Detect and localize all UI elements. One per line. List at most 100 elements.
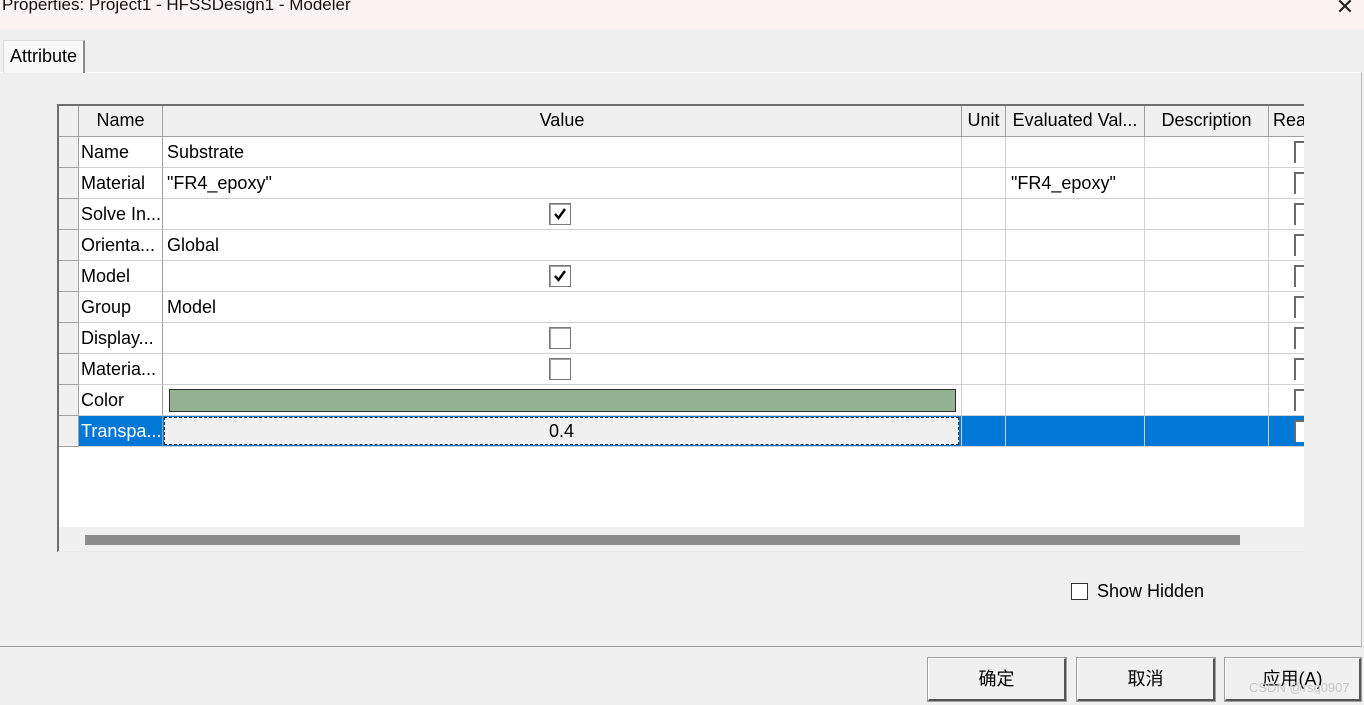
close-icon[interactable]: ✕ bbox=[1330, 0, 1360, 22]
evaluated-value-cell bbox=[1006, 292, 1145, 323]
model-checkbox[interactable] bbox=[549, 265, 571, 287]
read-only-checkbox[interactable] bbox=[1294, 234, 1304, 256]
unit-cell bbox=[962, 354, 1006, 385]
evaluated-value-cell bbox=[1006, 323, 1145, 354]
unit-cell bbox=[962, 137, 1006, 168]
evaluated-value-cell bbox=[1006, 354, 1145, 385]
description-cell[interactable] bbox=[1145, 292, 1269, 323]
property-name-cell[interactable]: Solve In... bbox=[79, 199, 163, 230]
row-header[interactable] bbox=[59, 354, 79, 385]
evaluated-value-cell bbox=[1006, 137, 1145, 168]
read-only-checkbox[interactable] bbox=[1294, 172, 1304, 194]
property-name-cell[interactable]: Materia... bbox=[79, 354, 163, 385]
ok-button[interactable]: 确定 bbox=[927, 657, 1067, 702]
column-header-value[interactable]: Value bbox=[163, 106, 962, 137]
property-name-cell[interactable]: Display... bbox=[79, 323, 163, 354]
description-cell[interactable] bbox=[1145, 168, 1269, 199]
row-header[interactable] bbox=[59, 416, 79, 447]
unit-cell bbox=[962, 199, 1006, 230]
window-title: Properties: Project1 - HFSSDesign1 - Mod… bbox=[2, 0, 351, 14]
watermark: CSDN @rsq0907 bbox=[1249, 680, 1350, 695]
property-value-cell bbox=[163, 261, 962, 292]
properties-dialog: Attribute Name Value Unit Evaluated Val.… bbox=[0, 30, 1364, 705]
property-name-cell[interactable]: Group bbox=[79, 292, 163, 323]
column-header-unit[interactable]: Unit bbox=[962, 106, 1006, 137]
evaluated-value-cell bbox=[1006, 230, 1145, 261]
evaluated-value-cell bbox=[1006, 261, 1145, 292]
show-hidden-checkbox[interactable] bbox=[1071, 583, 1088, 600]
description-cell[interactable] bbox=[1145, 199, 1269, 230]
evaluated-value-cell bbox=[1006, 385, 1145, 416]
property-value-cell bbox=[163, 354, 962, 385]
read-only-checkbox[interactable] bbox=[1294, 327, 1304, 349]
description-cell[interactable] bbox=[1145, 323, 1269, 354]
description-cell[interactable] bbox=[1145, 137, 1269, 168]
property-name-cell[interactable]: Name bbox=[79, 137, 163, 168]
column-header-evaluated-value[interactable]: Evaluated Val... bbox=[1006, 106, 1145, 137]
evaluated-value-cell: "FR4_epoxy" bbox=[1006, 168, 1145, 199]
row-header[interactable] bbox=[59, 385, 79, 416]
read-only-cell bbox=[1269, 416, 1304, 447]
unit-cell bbox=[962, 323, 1006, 354]
read-only-cell bbox=[1269, 137, 1304, 168]
read-only-checkbox[interactable] bbox=[1294, 358, 1304, 380]
material-appearance-checkbox[interactable] bbox=[549, 358, 571, 380]
checkmark-icon bbox=[554, 208, 566, 220]
column-header-read-only[interactable]: Rea bbox=[1269, 106, 1304, 137]
tab-attribute[interactable]: Attribute bbox=[3, 40, 86, 73]
read-only-cell bbox=[1269, 261, 1304, 292]
row-header[interactable] bbox=[59, 199, 79, 230]
property-name-cell[interactable]: Orienta... bbox=[79, 230, 163, 261]
row-header[interactable] bbox=[59, 168, 79, 199]
read-only-checkbox[interactable] bbox=[1294, 296, 1304, 318]
solve-inside-checkbox[interactable] bbox=[549, 203, 571, 225]
read-only-cell bbox=[1269, 354, 1304, 385]
read-only-cell bbox=[1269, 385, 1304, 416]
property-value-cell[interactable]: "FR4_epoxy" bbox=[163, 168, 962, 199]
read-only-checkbox[interactable] bbox=[1294, 203, 1304, 225]
row-header[interactable] bbox=[59, 292, 79, 323]
unit-cell bbox=[962, 292, 1006, 323]
row-header[interactable] bbox=[59, 230, 79, 261]
unit-cell bbox=[962, 416, 1006, 447]
property-name-cell[interactable]: Color bbox=[79, 385, 163, 416]
column-header-name[interactable]: Name bbox=[79, 106, 163, 137]
row-header[interactable] bbox=[59, 261, 79, 292]
color-swatch[interactable] bbox=[169, 389, 956, 412]
display-wireframe-checkbox[interactable] bbox=[549, 327, 571, 349]
column-header-description[interactable]: Description bbox=[1145, 106, 1269, 137]
read-only-checkbox[interactable] bbox=[1294, 141, 1304, 163]
read-only-cell bbox=[1269, 323, 1304, 354]
property-value-cell[interactable]: Global bbox=[163, 230, 962, 261]
horizontal-scrollbar[interactable] bbox=[59, 527, 1304, 551]
cancel-button[interactable]: 取消 bbox=[1076, 657, 1216, 702]
title-bar: Properties: Project1 - HFSSDesign1 - Mod… bbox=[0, 0, 1364, 30]
property-value-cell[interactable]: Substrate bbox=[163, 137, 962, 168]
row-header[interactable] bbox=[59, 323, 79, 354]
read-only-cell bbox=[1269, 292, 1304, 323]
property-name-cell[interactable]: Model bbox=[79, 261, 163, 292]
property-name-cell[interactable]: Material bbox=[79, 168, 163, 199]
scrollbar-thumb[interactable] bbox=[85, 535, 1240, 545]
description-cell[interactable] bbox=[1145, 354, 1269, 385]
transparency-input[interactable]: 0.4 bbox=[164, 417, 959, 445]
property-value-cell bbox=[163, 323, 962, 354]
checkmark-icon bbox=[554, 270, 566, 282]
read-only-cell bbox=[1269, 199, 1304, 230]
description-cell[interactable] bbox=[1145, 416, 1269, 447]
corner-header bbox=[59, 106, 79, 137]
description-cell[interactable] bbox=[1145, 230, 1269, 261]
row-header[interactable] bbox=[59, 137, 79, 168]
grid-empty-area bbox=[59, 447, 1304, 527]
description-cell[interactable] bbox=[1145, 385, 1269, 416]
read-only-checkbox[interactable] bbox=[1294, 265, 1304, 287]
read-only-checkbox[interactable] bbox=[1294, 389, 1304, 411]
unit-cell bbox=[962, 168, 1006, 199]
property-value-cell[interactable]: Model bbox=[163, 292, 962, 323]
property-name-cell[interactable]: Transpa... bbox=[79, 416, 163, 447]
description-cell[interactable] bbox=[1145, 261, 1269, 292]
read-only-cell bbox=[1269, 230, 1304, 261]
show-hidden-label: Show Hidden bbox=[1097, 581, 1205, 601]
read-only-checkbox[interactable] bbox=[1294, 420, 1304, 442]
property-grid: Name Value Unit Evaluated Val... Descrip… bbox=[57, 104, 1304, 552]
